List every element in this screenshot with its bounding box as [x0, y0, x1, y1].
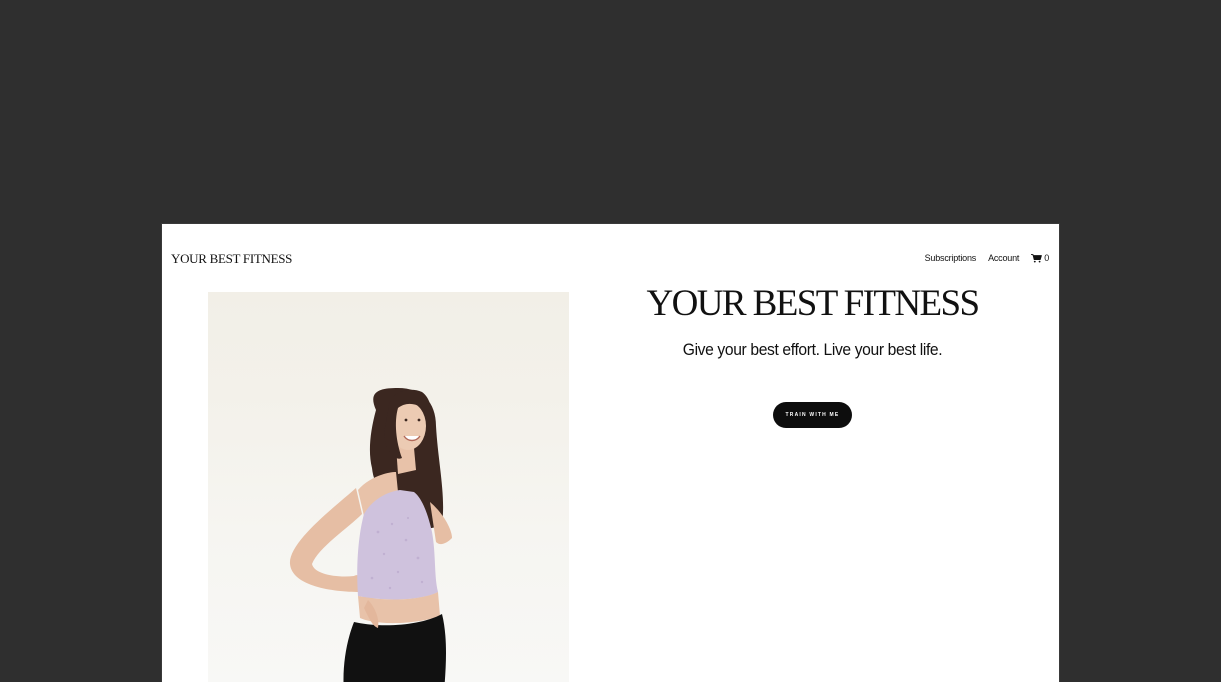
main-nav: Subscriptions Account 0: [925, 253, 1050, 263]
nav-link-account[interactable]: Account: [988, 253, 1019, 263]
site-logo[interactable]: YOUR BEST FITNESS: [171, 251, 292, 267]
nav-link-subscriptions[interactable]: Subscriptions: [925, 253, 977, 263]
website-frame: YOUR BEST FITNESS Subscriptions Account …: [162, 224, 1059, 682]
cart-button[interactable]: 0: [1031, 253, 1049, 263]
cart-count: 0: [1044, 253, 1049, 263]
cart-icon: [1031, 253, 1043, 263]
hero-photo: [208, 292, 569, 682]
hero-title: YOUR BEST FITNESS: [646, 283, 981, 324]
figure-leggings: [343, 614, 446, 682]
train-with-me-button[interactable]: TRAIN WITH ME: [773, 401, 852, 428]
hero-section: YOUR BEST FITNESS Give your best effort.…: [624, 283, 1001, 428]
hero-subtitle: Give your best effort. Live your best li…: [682, 339, 943, 359]
